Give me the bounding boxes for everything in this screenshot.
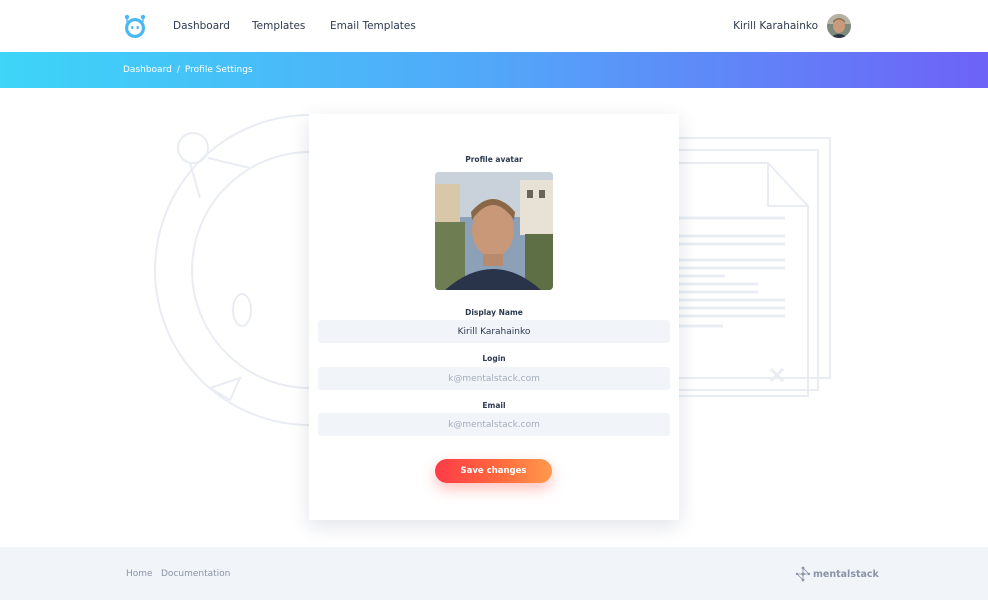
mentalstack-logo-icon: [795, 566, 811, 582]
mentalstack-brand[interactable]: mentalstack: [795, 566, 879, 582]
user-name[interactable]: Kirill Karahainko: [733, 20, 818, 32]
login-label: Login: [482, 354, 506, 363]
breadcrumb-separator: /: [176, 65, 180, 75]
nav-templates[interactable]: Templates: [252, 20, 305, 32]
save-changes-button[interactable]: Save changes: [435, 459, 552, 483]
email-field[interactable]: [318, 413, 670, 436]
footer-documentation-link[interactable]: Documentation: [161, 569, 230, 579]
profile-avatar-image[interactable]: [435, 172, 553, 290]
footer-home-link[interactable]: Home: [126, 569, 153, 579]
display-name-label: Display Name: [465, 308, 523, 317]
breadcrumb-bar: Dashboard / Profile Settings: [0, 52, 988, 88]
breadcrumb-profile-settings: Profile Settings: [184, 65, 253, 75]
login-field[interactable]: [318, 367, 670, 390]
brand-name: mentalstack: [813, 568, 879, 580]
user-avatar[interactable]: [827, 14, 851, 38]
display-name-field[interactable]: [318, 320, 670, 343]
profile-settings-card: Profile avatar Display Name Login Email …: [309, 114, 679, 520]
nav-dashboard[interactable]: Dashboard: [173, 20, 230, 32]
email-label: Email: [482, 401, 506, 410]
robot-logo-icon[interactable]: [122, 13, 148, 39]
footer: Home Documentation mentalstack: [0, 547, 988, 600]
top-header: Dashboard Templates Email Templates Kiri…: [0, 0, 988, 52]
breadcrumb-dashboard[interactable]: Dashboard: [123, 65, 172, 75]
profile-avatar-label: Profile avatar: [465, 155, 523, 164]
breadcrumb: Dashboard / Profile Settings: [123, 65, 253, 75]
nav-email-templates[interactable]: Email Templates: [330, 20, 416, 32]
